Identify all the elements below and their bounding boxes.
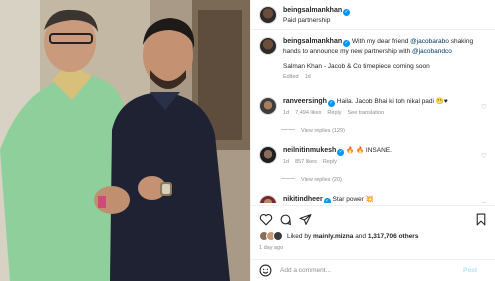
share-send-icon[interactable] [299,213,312,226]
comment-time[interactable]: 1d [283,159,289,165]
verified-badge-icon: ✓ [337,149,345,156]
view-replies-button[interactable]: View replies (129) [281,128,345,134]
comment-avatar[interactable] [259,97,277,115]
caption: beingsalmankhan ✓ With my dear friend @ja… [259,37,491,82]
emoji-smiley-icon[interactable] [259,264,272,277]
caption-edited: Edited [283,74,299,80]
post-header: beingsalmankhan ✓ Paid partnership [251,0,495,30]
caption-mention-jacobarabo[interactable]: @jacobarabo [410,38,449,45]
caption-text-3: Salman Khan - Jacob & Co timepiece comin… [283,63,430,70]
post-time-ago[interactable]: 1 day ago [259,245,283,251]
instagram-post-view: beingsalmankhan ✓ Paid partnership beings… [0,0,495,281]
liked-by-user-link[interactable]: mainly.mizna [313,233,353,240]
profile-avatar[interactable] [259,5,277,24]
caption-text-1: With my dear friend [351,38,409,45]
comments-list: beingsalmankhan ✓ With my dear friend @ja… [251,31,495,203]
comment-bubble-icon[interactable] [279,213,292,226]
verified-badge-icon: ✓ [343,40,351,47]
photo-illustration [0,0,250,281]
paid-partnership-label[interactable]: Paid partnership [283,16,350,26]
comment-item: ranveersingh ✓ Haila. Jacob Bhai ki toh n… [259,97,491,118]
comment-text: Star power 💥 [332,196,374,203]
caption-mention-jacobandco[interactable]: @jacobandco [412,48,452,55]
action-bar [251,205,495,231]
likes-middle: and [355,232,367,240]
comment-avatar[interactable] [259,195,277,203]
view-replies-button[interactable]: View replies (20) [281,177,342,183]
post-side-panel: beingsalmankhan ✓ Paid partnership beings… [250,0,495,281]
header-text: beingsalmankhan ✓ Paid partnership [283,3,351,26]
post-comment-button[interactable]: Post [463,267,477,274]
comment-like-heart-icon[interactable]: ♡ [481,152,487,160]
liker-avatar [273,231,283,241]
likes-count-link[interactable]: 1,317,706 others [368,233,419,240]
comment-body: ranveersingh ✓ Haila. Jacob Bhai ki toh n… [283,97,479,118]
comment-item: nikitindheer✓ Star power 💥 ♡ [259,195,491,203]
comment-username[interactable]: nikitindheer [283,196,323,203]
verified-badge-icon: ✓ [343,9,351,16]
add-comment-bar: Post [251,259,495,281]
comment-meta: 1d 857 likes Reply [283,158,479,167]
comment-item: neilnitinmukesh ✓ 🔥 🔥 INSANE. 1d 857 likes… [259,146,491,167]
comment-text: Haila. Jacob Bhai ki toh nikal padi 😬♥ [336,98,448,105]
caption-avatar[interactable] [259,37,277,55]
comment-like-heart-icon[interactable]: ♡ [481,201,487,203]
comment-time[interactable]: 1d [283,110,289,116]
post-photo[interactable] [0,0,250,281]
comment-likes[interactable]: 7,494 likes [295,110,321,116]
caption-meta: Edited 1d [283,73,479,82]
comment-reply-button[interactable]: Reply [327,110,341,116]
caption-time: 1d [304,74,311,80]
verified-badge-icon: ✓ [327,100,335,107]
comment-avatar[interactable] [259,146,277,164]
comment-text: 🔥 🔥 INSANE. [346,147,392,154]
comment-username[interactable]: ranveersingh [283,98,327,105]
comment-meta: 1d 7,494 likes Reply See translation [283,109,479,118]
comment-likes[interactable]: 857 likes [295,159,317,165]
likes-summary: Liked by mainly.mizna and 1,317,706 othe… [259,231,418,241]
comment-like-heart-icon[interactable]: ♡ [481,103,487,111]
like-heart-icon[interactable] [259,213,273,226]
see-translation-button[interactable]: See translation [347,110,384,116]
comment-reply-button[interactable]: Reply [323,159,337,165]
add-comment-input[interactable] [280,267,455,274]
liker-avatars [259,231,283,241]
comment-username[interactable]: neilnitinmukesh [283,147,336,154]
verified-badge-icon: ✓ [323,198,331,203]
comment-body: neilnitinmukesh ✓ 🔥 🔥 INSANE. 1d 857 likes… [283,146,479,167]
comment-body: nikitindheer ✓ Star power 💥 [283,195,479,203]
caption-username[interactable]: beingsalmankhan [283,38,342,45]
caption-body: beingsalmankhan ✓ With my dear friend @ja… [283,37,479,82]
header-username[interactable]: beingsalmankhan [283,7,342,14]
save-bookmark-icon[interactable] [475,213,487,226]
likes-prefix: Liked by [287,232,312,240]
